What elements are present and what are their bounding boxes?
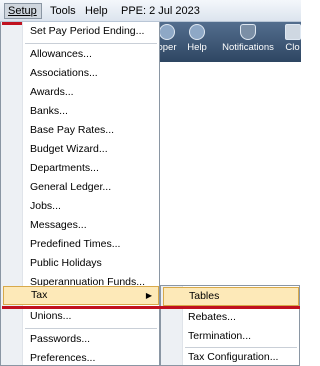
menu-item-base-pay-rates[interactable]: Base Pay Rates...	[23, 121, 159, 140]
menu-item-set-pay-period-ending[interactable]: Set Pay Period Ending...	[23, 22, 159, 41]
highlight-mark-setup	[2, 22, 22, 25]
menu-item-allowances[interactable]: Allowances...	[23, 45, 159, 64]
menu-item-unions[interactable]: Unions...	[23, 307, 159, 326]
toolbar: oper Help Notifications Clo	[156, 22, 301, 62]
highlight-mark-tax-tables	[2, 306, 300, 309]
setup-dropdown: Set Pay Period Ending... Allowances... A…	[0, 22, 160, 366]
menu-help[interactable]: Help	[82, 3, 111, 19]
menu-separator	[25, 328, 157, 329]
menu-separator	[25, 43, 157, 44]
help-icon	[189, 24, 205, 40]
pay-period-ending-label: PPE: 2 Jul 2023	[121, 5, 200, 17]
menu-tools[interactable]: Tools	[47, 3, 79, 19]
menu-item-general-ledger[interactable]: General Ledger...	[23, 178, 159, 197]
menu-item-jobs[interactable]: Jobs...	[23, 197, 159, 216]
oper-icon	[159, 24, 175, 40]
toolbar-help-button[interactable]: Help	[184, 24, 210, 53]
tax-submenu: Tables Rebates... Termination... Tax Con…	[160, 285, 300, 366]
submenu-item-tables[interactable]: Tables	[163, 287, 299, 306]
menu-bar: Setup Tools Help PPE: 2 Jul 2023	[0, 0, 301, 22]
close-icon	[284, 24, 301, 40]
menu-item-public-holidays[interactable]: Public Holidays	[23, 254, 159, 273]
submenu-arrow-icon: ▶	[145, 291, 152, 300]
menu-item-departments[interactable]: Departments...	[23, 159, 159, 178]
menu-item-passwords[interactable]: Passwords...	[23, 330, 159, 349]
menu-item-preferences[interactable]: Preferences...	[23, 349, 159, 366]
submenu-item-rebates[interactable]: Rebates...	[183, 308, 299, 327]
toolbar-close-button[interactable]: Clo	[284, 24, 301, 53]
menu-gutter	[1, 22, 23, 365]
menu-setup[interactable]: Setup	[4, 3, 42, 19]
menu-item-associations[interactable]: Associations...	[23, 64, 159, 83]
menu-item-budget-wizard[interactable]: Budget Wizard...	[23, 140, 159, 159]
menu-item-predefined-times[interactable]: Predefined Times...	[23, 235, 159, 254]
toolbar-notifications-button[interactable]: Notifications	[218, 24, 278, 53]
bell-icon	[240, 24, 256, 40]
menu-item-banks[interactable]: Banks...	[23, 102, 159, 121]
submenu-item-termination[interactable]: Termination...	[183, 327, 299, 346]
menu-item-messages[interactable]: Messages...	[23, 216, 159, 235]
menu-item-awards[interactable]: Awards...	[23, 83, 159, 102]
submenu-item-tax-configuration[interactable]: Tax Configuration...	[183, 348, 299, 366]
menu-item-tax[interactable]: Tax ▶	[3, 286, 159, 305]
